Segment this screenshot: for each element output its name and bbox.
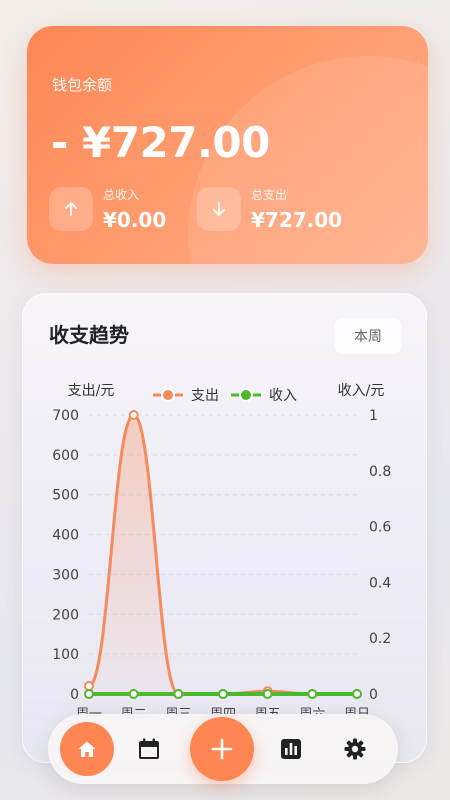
expense-legend-label: 支出 (191, 388, 219, 404)
bar-chart-icon[interactable] (274, 732, 308, 766)
left-tick-label: 0 (70, 687, 79, 703)
trend-card: 收支趋势 本周 支出/元 收入/元 700 600 500 400 300 200 100 0 … (22, 293, 427, 763)
expense-point (128, 410, 139, 420)
income-point (218, 689, 228, 699)
settings-icon[interactable] (338, 732, 372, 766)
right-tick-label: 0.6 (369, 520, 391, 536)
add-icon[interactable] (190, 717, 254, 781)
left-tick-label: 400 (52, 528, 79, 544)
arrow-down-icon (197, 187, 241, 231)
income-legend-label: 收入 (269, 388, 297, 404)
left-axis-title: 支出/元 (68, 383, 115, 399)
income-point (173, 689, 184, 699)
right-tick-label: 0.4 (369, 575, 391, 591)
left-tick-label: 500 (52, 488, 79, 504)
income-point (84, 689, 94, 699)
expense-legend-marker (161, 388, 175, 402)
income-value: ¥0.00 (103, 208, 167, 232)
income-point (128, 689, 139, 699)
wallet-card: 钱包余额 - ¥727.00 总收入 ¥0.00 总支出 ¥727.00 (27, 26, 428, 264)
income-legend-marker (239, 388, 253, 402)
right-tick-label: 0 (369, 687, 378, 703)
expense-value: ¥727.00 (251, 208, 343, 232)
left-tick-label: 600 (52, 448, 79, 464)
calendar-icon[interactable] (132, 732, 166, 766)
arrow-up-icon (49, 187, 93, 231)
income-point (352, 689, 362, 699)
bottom-navigation (48, 714, 398, 784)
total-expense[interactable]: 总支出 ¥727.00 (197, 186, 342, 232)
expense-point (84, 681, 94, 692)
wallet-balance: - ¥727.00 (51, 118, 270, 167)
home-icon[interactable] (60, 722, 114, 776)
income-point (262, 689, 273, 699)
right-axis-title: 收入/元 (338, 383, 385, 399)
left-tick-label: 100 (52, 647, 79, 663)
left-tick-label: 300 (52, 567, 79, 583)
left-tick-label: 200 (52, 607, 79, 623)
trend-chart: 支出/元 收入/元 700 600 500 400 300 200 100 0 1 0.8 0.6 0… (52, 383, 391, 722)
right-tick-label: 1 (369, 408, 378, 424)
expense-area (89, 415, 357, 694)
right-tick-label: 0.8 (369, 464, 391, 480)
total-income[interactable]: 总收入 ¥0.00 (49, 186, 166, 232)
income-point (307, 689, 318, 699)
income-label: 总收入 (103, 188, 140, 202)
expense-label: 总支出 (251, 188, 288, 202)
wallet-title: 钱包余额 (52, 76, 113, 94)
right-tick-label: 0.2 (369, 631, 391, 647)
left-tick-label: 700 (52, 408, 79, 424)
